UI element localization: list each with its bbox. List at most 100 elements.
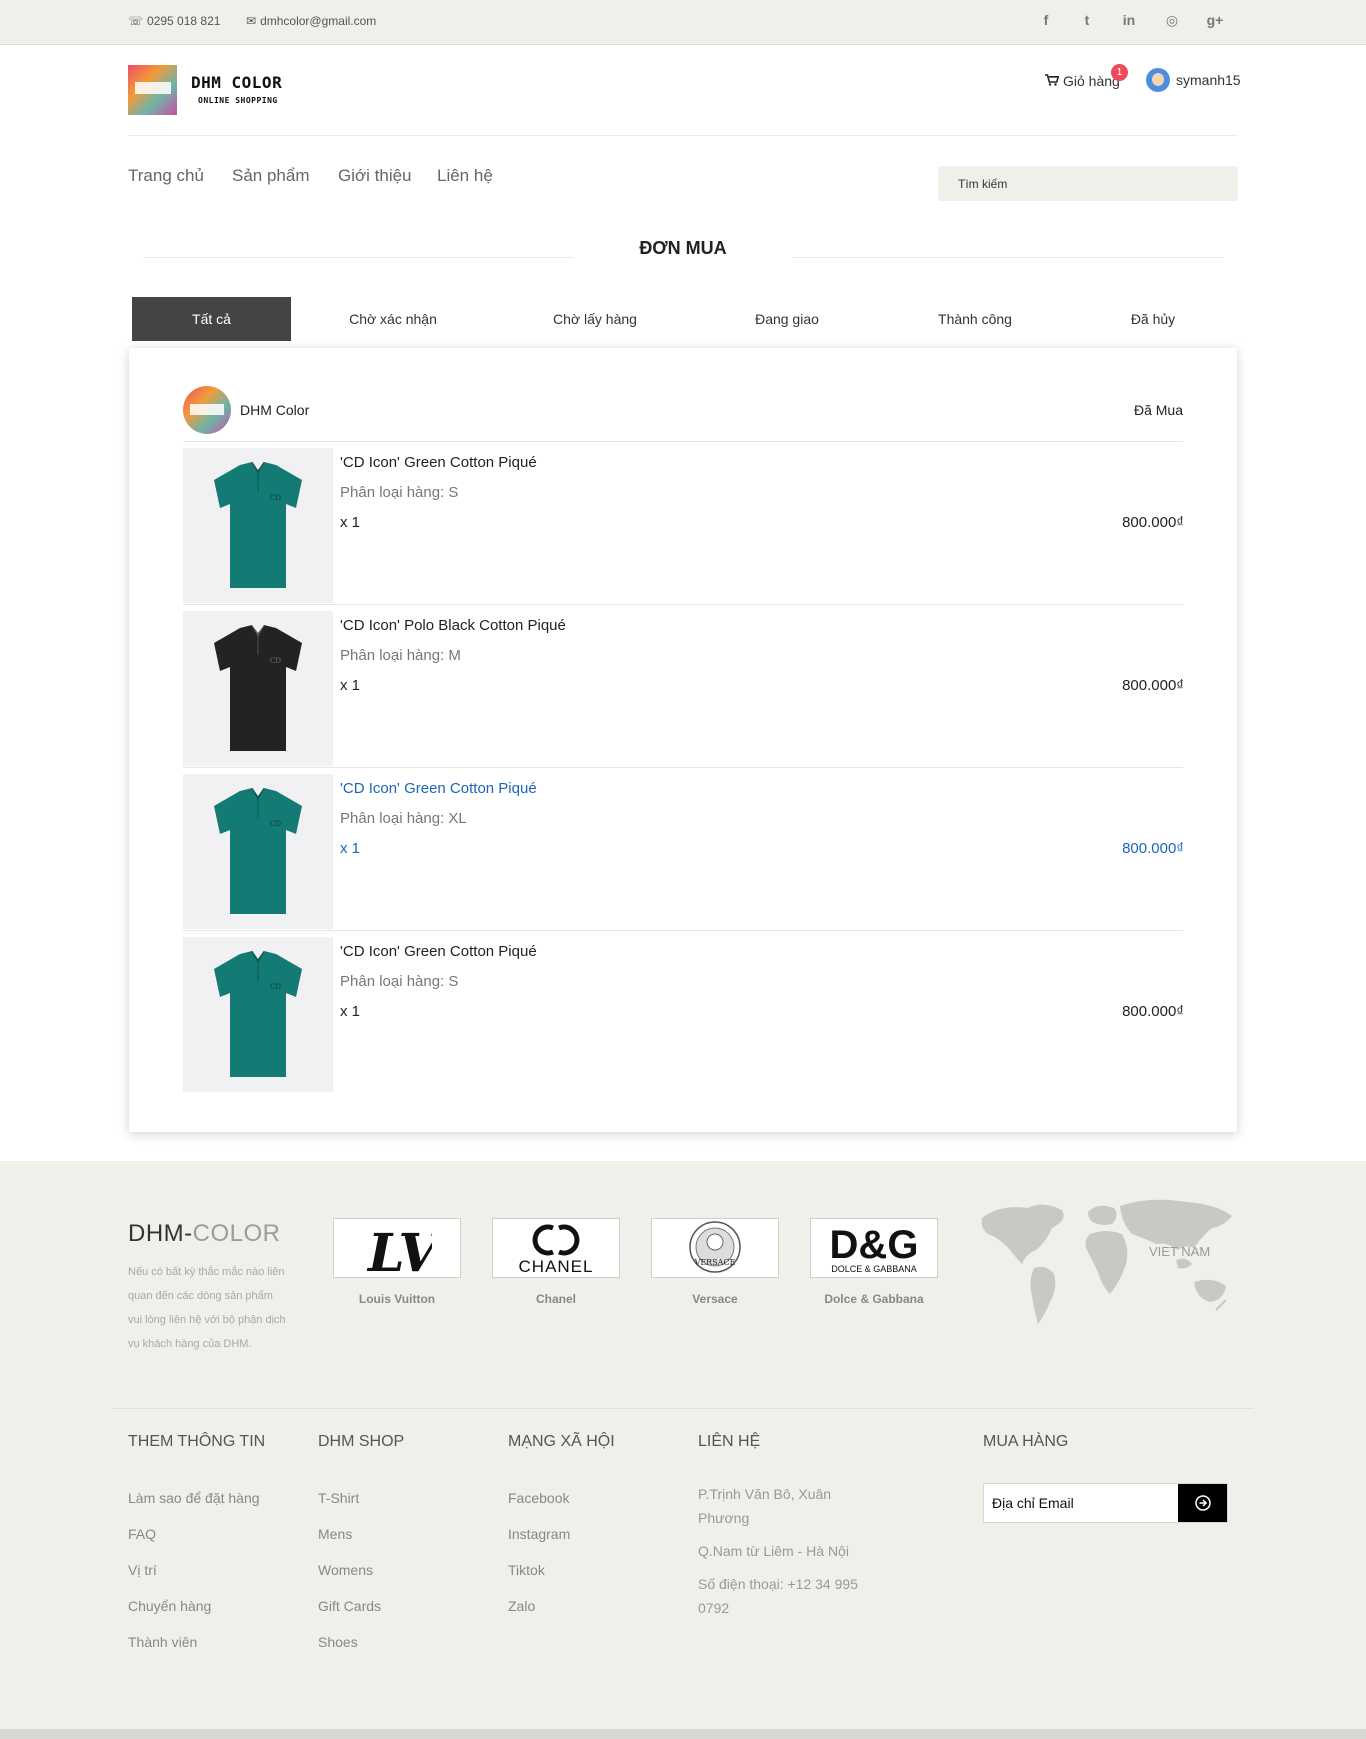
nav-products[interactable]: Sản phẩm [232,166,310,186]
brand-logo-dolce-gabbana[interactable]: D&G DOLCE & GABBANA [810,1218,938,1278]
footer-description: Nếu có bất kỳ thắc mắc nào liên quan đến… [128,1266,286,1350]
top-bar: ☏ 0295 018 821 ✉ dmhcolor@gmail.com f t … [0,0,1366,45]
product-image[interactable]: CD [183,611,333,766]
search-input[interactable] [938,166,1238,201]
dribbble-icon[interactable]: ◎ [1162,10,1182,30]
product-price: 800.000₫ [1122,677,1184,694]
brand-name-dolce-gabbana[interactable]: Dolce & Gabbana [810,1292,938,1306]
louis-vuitton-monogram: LV [366,1223,432,1275]
phone-number: 0295 018 821 [147,14,221,28]
newsletter-email-input[interactable] [984,1484,1178,1522]
footer-link-instagram[interactable]: Instagram [508,1526,570,1542]
tab-all[interactable]: Tất cả [132,297,291,341]
footer-address-line-2: Q.Nam từ Liêm - Hà Nội [698,1543,849,1559]
footer-info-heading: THEM THÔNG TIN [128,1433,266,1450]
louis-vuitton-logo: LV [366,1223,432,1275]
brand-logo-chanel[interactable]: CHANEL [492,1218,620,1278]
nav-about[interactable]: Giới thiệu [338,166,412,186]
tab-pending-confirmation[interactable]: Chờ xác nhận [318,297,468,341]
svg-text:CD: CD [270,820,281,828]
nav-contact[interactable]: Liên hệ [437,166,493,186]
cart-link[interactable]: Giỏ hàng [1045,73,1120,89]
svg-text:CD: CD [270,983,281,991]
footer-link-location[interactable]: Vị trí [128,1562,157,1578]
footer-shop-heading: DHM SHOP [318,1433,405,1450]
brand-name-louis-vuitton[interactable]: Louis Vuitton [333,1292,461,1306]
footer-contact-heading: LIÊN HỆ [698,1433,761,1450]
page-title: ĐƠN MUA [639,238,727,258]
facebook-icon[interactable]: f [1036,10,1056,30]
product-name[interactable]: 'CD Icon' Green Cotton Piqué [340,943,537,960]
product-image[interactable]: CD [183,774,333,929]
product-image[interactable]: CD [183,937,333,1092]
footer-brand-accent: COLOR [192,1220,281,1247]
brand-name-chanel[interactable]: Chanel [492,1292,620,1306]
footer-link-members[interactable]: Thành viên [128,1634,197,1650]
footer-link-how-to-order[interactable]: Làm sao để đặt hàng [128,1490,260,1506]
tab-shipping[interactable]: Đang giao [712,297,862,341]
order-divider [183,441,1183,442]
product-quantity: x 1 [340,677,361,694]
phone-contact[interactable]: ☏ 0295 018 821 [128,14,220,28]
site-logo-image[interactable] [128,65,177,115]
phone-icon: ☏ [128,14,144,28]
footer-brand: DHM-COLOR [128,1220,281,1248]
avatar [1146,68,1170,92]
footer-link-womens[interactable]: Womens [318,1562,373,1578]
shop-logo[interactable] [183,386,231,434]
footer-link-zalo[interactable]: Zalo [508,1598,535,1614]
product-variant: Phân loại hàng: M [340,647,461,664]
twitter-icon[interactable]: t [1077,10,1097,30]
tab-completed[interactable]: Thành công [900,297,1050,341]
versace-wordmark: VERSACE [694,1258,736,1267]
product-name[interactable]: 'CD Icon' Green Cotton Piqué [340,780,537,797]
product-image[interactable]: CD [183,448,333,603]
versace-medusa-logo: VERSACE [689,1221,741,1273]
product-price: 800.000₫ [1122,514,1184,531]
footer-link-gift-cards[interactable]: Gift Cards [318,1598,381,1614]
polo-shirt-icon: CD [214,950,302,1077]
tab-awaiting-pickup[interactable]: Chờ lấy hàng [520,297,670,341]
google-plus-icon[interactable]: g+ [1205,10,1225,30]
product-name[interactable]: 'CD Icon' Polo Black Cotton Piqué [340,617,566,634]
footer-link-shipping[interactable]: Chuyển hàng [128,1598,211,1614]
footer-buy-heading: MUA HÀNG [983,1433,1069,1450]
linkedin-icon[interactable]: in [1119,10,1139,30]
newsletter-submit-button[interactable] [1178,1484,1227,1522]
chanel-logo: CHANEL [519,1224,592,1276]
footer-separator [112,1408,1254,1409]
product-variant: Phân loại hàng: S [340,973,459,990]
site-logo-subtitle: ONLINE SHOPPING [198,96,278,105]
svg-text:CD: CD [270,494,281,502]
footer-link-tiktok[interactable]: Tiktok [508,1562,545,1578]
arrow-circle-right-icon [1194,1495,1211,1511]
user-menu[interactable]: symanh15 [1146,68,1241,92]
footer-phone: Số điện thoại: +12 34 995 0792 [698,1576,858,1616]
product-price: 800.000₫ [1122,1003,1184,1020]
product-name[interactable]: 'CD Icon' Green Cotton Piqué [340,454,537,471]
brand-name-versace[interactable]: Versace [651,1292,779,1306]
world-map-icon [981,1199,1232,1324]
nav-home[interactable]: Trang chủ [128,166,204,186]
footer-address-line-1: P.Trịnh Văn Bô, Xuân Phương [698,1486,832,1526]
footer-link-mens[interactable]: Mens [318,1526,352,1542]
dolce-gabbana-logo: D&G DOLCE & GABBANA [830,1223,919,1274]
email-address: dmhcolor@gmail.com [260,14,377,28]
cart-icon [1045,73,1060,89]
footer-link-shoes[interactable]: Shoes [318,1634,358,1650]
item-divider [183,930,1183,931]
footer-link-tshirt[interactable]: T-Shirt [318,1490,359,1506]
footer-bottom-bar [0,1729,1366,1739]
brand-logo-louis-vuitton[interactable]: LV [333,1218,461,1278]
dg-monogram: D&G [830,1223,919,1267]
tab-cancelled[interactable]: Đã hủy [1078,297,1228,341]
footer-link-facebook[interactable]: Facebook [508,1490,569,1506]
shop-name[interactable]: DHM Color [240,402,309,418]
footer-link-faq[interactable]: FAQ [128,1526,156,1542]
site-logo-title[interactable]: DHM COLOR [191,73,282,92]
envelope-icon: ✉ [246,14,257,28]
footer-brand-main: DHM- [128,1220,193,1247]
email-contact[interactable]: ✉ dmhcolor@gmail.com [246,14,376,28]
cart-count-badge: 1 [1111,64,1128,81]
brand-logo-versace[interactable]: VERSACE [651,1218,779,1278]
